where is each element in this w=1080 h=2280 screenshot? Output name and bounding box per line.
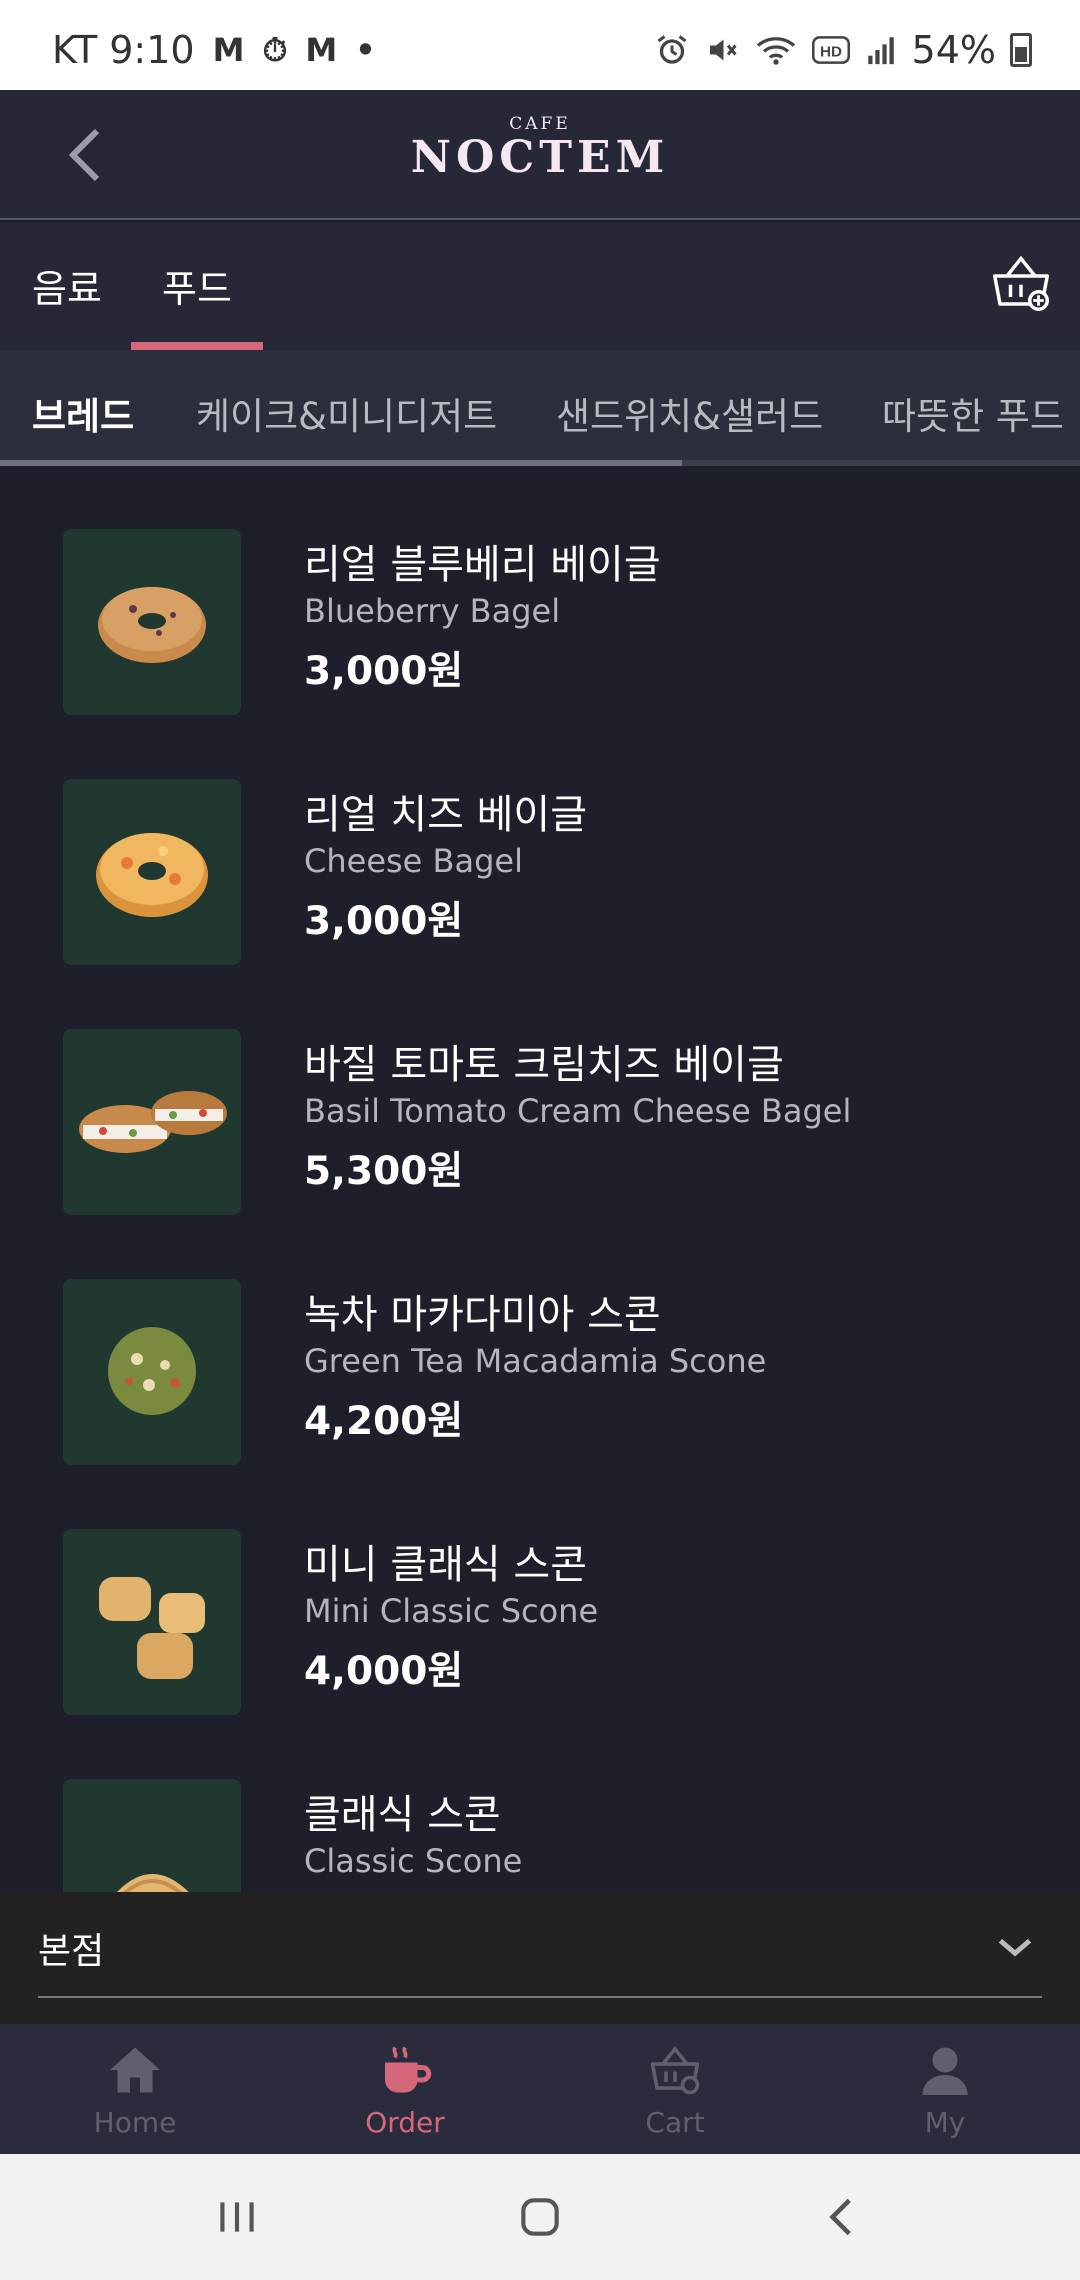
signal-icon — [867, 37, 894, 65]
product-price: 3,000원 — [304, 899, 464, 944]
cart-button[interactable] — [986, 248, 1056, 318]
product-image — [63, 1779, 241, 1892]
nav-label: Order — [365, 2106, 445, 2139]
sub-category-tabs: 브레드 케이크&미니디저트 샌드위치&샐러드 따뜻한 푸드 — [0, 350, 1080, 466]
top-tab-bar: 음료 푸드 — [0, 222, 1080, 350]
subtab-cake-dessert[interactable]: 케이크&미니디저트 — [196, 386, 497, 440]
dot-icon: • — [355, 31, 376, 69]
subtab-bread[interactable]: 브레드 — [32, 386, 134, 440]
product-price: 4,000원 — [304, 1649, 464, 1694]
bagel-image — [98, 587, 206, 663]
bagel-image — [96, 833, 208, 917]
user-icon — [922, 2047, 968, 2095]
nav-home[interactable]: Home — [0, 2024, 270, 2154]
sandwich-bagel-image — [79, 1091, 227, 1153]
tab-food[interactable]: 푸드 — [162, 258, 232, 313]
product-name-ko: 리얼 블루베리 베이글 — [304, 542, 661, 588]
list-item[interactable]: 바질 토마토 크림치즈 베이글 Basil Tomato Cream Chees… — [0, 966, 1080, 1216]
recent-apps-icon — [220, 2202, 254, 2232]
system-back-button[interactable] — [808, 2184, 878, 2250]
basket-icon — [650, 2046, 700, 2095]
home-button[interactable] — [505, 2184, 575, 2250]
subtab-warm-food[interactable]: 따뜻한 푸드 — [882, 386, 1064, 440]
list-item[interactable]: 클래식 스콘 Classic Scone — [0, 1716, 1080, 1892]
cafe-logo: CAFE NOCTEM — [0, 114, 1080, 183]
product-name-ko: 클래식 스콘 — [304, 1792, 501, 1838]
product-name-en: Basil Tomato Cream Cheese Bagel — [304, 1092, 852, 1130]
chevron-left-icon — [829, 2198, 851, 2236]
nav-my[interactable]: My — [810, 2024, 1080, 2154]
battery-icon — [1010, 33, 1032, 67]
product-price: 3,000원 — [304, 649, 464, 694]
nav-label: Home — [93, 2106, 177, 2139]
hd-icon: HD — [811, 36, 850, 64]
store-selector[interactable]: 본점 — [0, 1892, 1080, 2024]
battery-percent: 54% — [911, 28, 996, 72]
scone-image — [108, 1327, 196, 1415]
nav-label: My — [924, 2106, 966, 2139]
product-name-en: Cheese Bagel — [304, 842, 523, 880]
alarm-icon — [657, 35, 686, 64]
app-header: CAFE NOCTEM — [0, 90, 1080, 220]
recent-apps-button[interactable] — [202, 2184, 272, 2250]
store-dropdown-button[interactable] — [990, 1922, 1040, 1972]
chevron-down-icon — [998, 1938, 1032, 1957]
product-image — [63, 1529, 241, 1715]
basket-icon — [993, 255, 1049, 311]
product-name-ko: 바질 토마토 크림치즈 베이글 — [304, 1042, 784, 1088]
divider — [38, 1996, 1042, 1998]
product-list[interactable]: 리얼 블루베리 베이글 Blueberry Bagel 3,000원 리얼 치즈… — [0, 466, 1080, 1892]
wifi-icon — [756, 37, 795, 65]
carrier-time: KT 9:10 — [52, 28, 195, 72]
active-tab-indicator — [131, 342, 263, 350]
product-price: 5,300원 — [304, 1149, 464, 1194]
product-image — [63, 1029, 241, 1215]
product-name-ko: 녹차 마카다미아 스콘 — [304, 1292, 661, 1338]
gmail-icon: M — [305, 31, 338, 69]
product-image — [63, 1279, 241, 1465]
list-item[interactable]: 리얼 치즈 베이글 Cheese Bagel 3,000원 — [0, 716, 1080, 966]
list-item[interactable]: 미니 클래식 스콘 Mini Classic Scone 4,000원 — [0, 1466, 1080, 1716]
tab-drinks[interactable]: 음료 — [32, 258, 102, 313]
scone-image — [99, 1577, 205, 1679]
status-left: KT 9:10 M ⏱ M • — [52, 28, 376, 72]
system-navigation-bar — [0, 2154, 1080, 2280]
product-name-en: Mini Classic Scone — [304, 1592, 599, 1630]
nav-order[interactable]: Order — [270, 2024, 540, 2154]
logo-small-text: CAFE — [509, 114, 571, 134]
home-square-icon — [521, 2198, 559, 2236]
bottom-navigation: Home Order Cart My — [0, 2024, 1080, 2154]
scone-image — [117, 1874, 189, 1892]
coffee-cup-icon — [385, 2046, 432, 2093]
product-image — [63, 779, 241, 965]
list-item[interactable]: 녹차 마카다미아 스콘 Green Tea Macadamia Scone 4,… — [0, 1216, 1080, 1466]
logo-big-text: NOCTEM — [410, 132, 670, 183]
product-image — [63, 529, 241, 715]
product-name-en: Green Tea Macadamia Scone — [304, 1342, 767, 1380]
product-name-en: Classic Scone — [304, 1842, 523, 1880]
status-right: HD 54% — [654, 28, 1032, 72]
svg-text:HD: HD — [820, 43, 842, 60]
product-name-ko: 리얼 치즈 베이글 — [304, 792, 588, 838]
list-item[interactable]: 리얼 블루베리 베이글 Blueberry Bagel 3,000원 — [0, 466, 1080, 716]
mute-icon — [709, 39, 737, 61]
nav-cart[interactable]: Cart — [540, 2024, 810, 2154]
product-name-ko: 미니 클래식 스콘 — [304, 1542, 588, 1588]
home-icon — [110, 2047, 160, 2093]
nav-label: Cart — [645, 2106, 705, 2139]
product-price: 4,200원 — [304, 1399, 464, 1444]
gmail-icon: M — [212, 31, 245, 69]
product-name-en: Blueberry Bagel — [304, 592, 561, 630]
subtab-sandwich-salad[interactable]: 샌드위치&샐러드 — [556, 386, 823, 440]
status-bar: KT 9:10 M ⏱ M • HD 54% — [0, 0, 1080, 90]
store-name: 본점 — [38, 1931, 105, 1972]
timer-icon: ⏱ — [262, 30, 288, 69]
